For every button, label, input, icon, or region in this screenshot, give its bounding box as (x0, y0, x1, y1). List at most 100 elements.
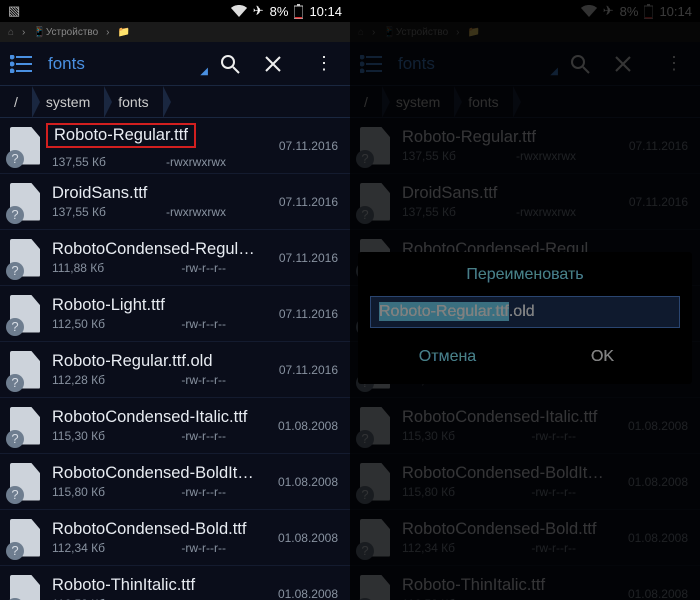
file-row[interactable]: ?RobotoCondensed-Bold.ttf112,34 Кб-rw-r-… (0, 510, 350, 566)
overflow-icon[interactable]: ⋮ (658, 53, 690, 74)
folder-title[interactable]: fonts (394, 54, 544, 74)
close-icon[interactable] (614, 55, 646, 73)
file-row[interactable]: ?RobotoCondensed-Regular.ttf111,88 Кб-rw… (0, 230, 350, 286)
chevron-icon: › (456, 27, 459, 38)
file-row[interactable]: ?RobotoCondensed-Bold.ttf112,34 Кб-rw-r-… (350, 510, 700, 566)
pane-right: ✈ 8% 10:14 ⌂ › 📱Устройство › 📁 fonts ◢ ⋮… (350, 0, 700, 600)
file-date: 01.08.2008 (266, 531, 338, 545)
mini-crumb: ⌂ › 📱Устройство › 📁 (0, 22, 350, 42)
path-system[interactable]: system (32, 86, 104, 117)
folder-icon[interactable]: 📁 (118, 27, 130, 38)
battery-icon (294, 4, 303, 19)
dialog-title: Переименовать (370, 266, 680, 284)
file-row[interactable]: ?Roboto-Light.ttf112,50 Кб-rw-r--r--07.1… (0, 286, 350, 342)
file-size: 112,34 Кб (52, 541, 105, 555)
device-label[interactable]: 📱Устройство (33, 27, 98, 38)
file-row[interactable]: ?DroidSans.ttf137,55 Кб-rwxrwxrwx07.11.2… (350, 174, 700, 230)
file-perm: -rw-r--r-- (181, 429, 226, 443)
file-perm: -rwxrwxrwx (166, 155, 226, 169)
file-size: 112,50 Кб (52, 317, 105, 331)
battery-pct: 8% (270, 4, 289, 19)
file-row[interactable]: ?Roboto-Regular.ttf137,55 Кб-rwxrwxrwx07… (0, 118, 350, 174)
file-icon: ? (8, 294, 42, 334)
search-icon[interactable] (220, 54, 252, 74)
file-icon: ? (358, 126, 392, 166)
status-bar: ▧ ✈ 8% 10:14 (0, 0, 350, 22)
status-bar: ✈ 8% 10:14 (350, 0, 700, 22)
file-row[interactable]: ?RobotoCondensed-BoldItalic.ttf115,80 Кб… (0, 454, 350, 510)
file-name: RobotoCondensed-Italic.ttf (402, 408, 606, 427)
cancel-button[interactable]: Отмена (370, 340, 525, 374)
path-root[interactable]: / (0, 86, 32, 117)
path-fonts[interactable]: fonts (104, 86, 162, 117)
battery-pct: 8% (620, 4, 639, 19)
file-name: DroidSans.ttf (402, 184, 606, 203)
close-icon[interactable] (264, 55, 296, 73)
file-icon: ? (358, 406, 392, 446)
clock: 10:14 (659, 4, 692, 19)
file-icon: ? (358, 182, 392, 222)
path-system[interactable]: system (382, 86, 454, 117)
file-icon: ? (8, 462, 42, 502)
wifi-icon (581, 5, 597, 17)
file-row[interactable]: ?Roboto-Regular.ttf137,55 Кб-rwxrwxrwx07… (350, 118, 700, 174)
file-perm: -rwxrwxrwx (516, 149, 576, 163)
file-icon: ? (358, 462, 392, 502)
file-name: Roboto-Regular.ttf.old (52, 352, 256, 371)
ok-button[interactable]: OK (525, 340, 680, 374)
overflow-icon[interactable]: ⋮ (308, 53, 340, 74)
file-perm: -rw-r--r-- (181, 373, 226, 387)
file-perm: -rw-r--r-- (181, 541, 226, 555)
file-date: 07.11.2016 (616, 195, 688, 209)
file-list[interactable]: ?Roboto-Regular.ttf137,55 Кб-rwxrwxrwx07… (0, 118, 350, 600)
dropdown-icon[interactable]: ◢ (200, 66, 208, 85)
home-icon[interactable]: ⌂ (358, 27, 364, 38)
file-name: Roboto-Regular.ttf (46, 123, 196, 148)
file-icon: ? (8, 518, 42, 558)
path-root[interactable]: / (350, 86, 382, 117)
dropdown-icon[interactable]: ◢ (550, 66, 558, 85)
file-name: RobotoCondensed-Italic.ttf (52, 408, 256, 427)
file-size: 112,28 Кб (52, 373, 105, 387)
home-icon[interactable]: ⌂ (8, 27, 14, 38)
file-date: 01.08.2008 (616, 587, 688, 600)
file-icon: ? (8, 574, 42, 600)
file-icon: ? (8, 406, 42, 446)
mini-crumb: ⌂ › 📱Устройство › 📁 (350, 22, 700, 42)
menu-icon[interactable] (360, 55, 382, 73)
file-row[interactable]: ? Roboto-Regular.ttf.old 112,28 Кб -rw-r--r… (0, 342, 350, 398)
file-row[interactable]: ?DroidSans.ttf137,55 Кб-rwxrwxrwx07.11.2… (0, 174, 350, 230)
file-size: 137,55 Кб (402, 205, 456, 219)
screenshot-icon: ▧ (8, 3, 20, 19)
file-name: RobotoCondensed-Regular.ttf (52, 240, 256, 259)
rename-dialog: Переименовать Roboto-Regular.ttf.old Отм… (358, 252, 692, 384)
file-row[interactable]: ?RobotoCondensed-Italic.ttf115,30 Кб-rw-… (0, 398, 350, 454)
file-date: 01.08.2008 (616, 419, 688, 433)
folder-title[interactable]: fonts (44, 54, 194, 74)
menu-icon[interactable] (10, 55, 32, 73)
file-icon: ? (8, 350, 42, 390)
file-row[interactable]: ?RobotoCondensed-Italic.ttf115,30 Кб-rw-… (350, 398, 700, 454)
file-date: 07.11.2016 (266, 139, 338, 153)
file-row[interactable]: ?Roboto-ThinItalic.ttf116,58 Кб-rw-r--r-… (0, 566, 350, 600)
device-label[interactable]: 📱Устройство (383, 27, 448, 38)
file-name: Roboto-ThinItalic.ttf (52, 576, 256, 595)
file-date: 01.08.2008 (616, 475, 688, 489)
file-row[interactable]: ?Roboto-ThinItalic.ttf116,58 Кб-rw-r--r-… (350, 566, 700, 600)
airplane-icon: ✈ (603, 3, 614, 19)
file-row[interactable]: ?RobotoCondensed-BoldItalic.ttf115,80 Кб… (350, 454, 700, 510)
file-icon: ? (8, 126, 42, 166)
search-icon[interactable] (570, 54, 602, 74)
file-icon: ? (8, 238, 42, 278)
file-size: 112,34 Кб (402, 541, 455, 555)
file-size: 115,80 Кб (402, 485, 455, 499)
file-date: 01.08.2008 (266, 587, 338, 600)
file-perm: -rw-r--r-- (531, 429, 576, 443)
folder-icon[interactable]: 📁 (468, 27, 480, 38)
path-bar: / system fonts (0, 86, 350, 118)
rename-input[interactable]: Roboto-Regular.ttf.old (370, 296, 680, 328)
file-icon: ? (358, 518, 392, 558)
file-perm: -rw-r--r-- (181, 261, 226, 275)
file-name: Roboto-Regular.ttf (402, 128, 606, 147)
path-fonts[interactable]: fonts (454, 86, 512, 117)
